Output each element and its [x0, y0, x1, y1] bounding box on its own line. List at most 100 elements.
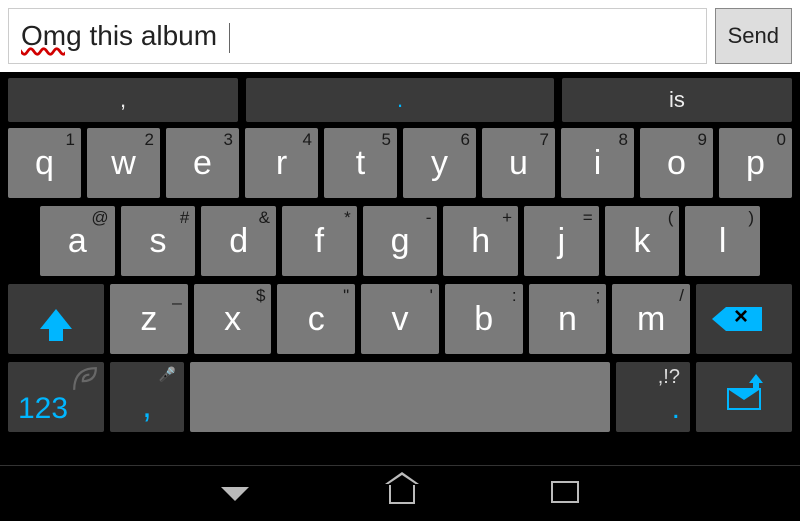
key-main: v — [392, 300, 409, 339]
key-secondary: : — [512, 286, 517, 306]
key-secondary: 5 — [382, 130, 391, 150]
text-cursor — [229, 23, 230, 53]
comma-label: , — [142, 387, 151, 426]
key-secondary: 2 — [145, 130, 154, 150]
key-secondary: 4 — [303, 130, 312, 150]
keyboard: , . is 1q2w3e4r5t6y7u8i9o0p @a#s&d*f-g+h… — [0, 72, 800, 465]
send-button[interactable]: Send — [715, 8, 792, 64]
row-indent — [766, 206, 792, 276]
key-n[interactable]: ;n — [529, 284, 607, 354]
key-i[interactable]: 8i — [561, 128, 634, 198]
key-j[interactable]: =j — [524, 206, 599, 276]
comma-key[interactable]: 🎤 , — [110, 362, 184, 432]
key-main: p — [746, 144, 765, 183]
key-b[interactable]: :b — [445, 284, 523, 354]
key-secondary: 1 — [66, 130, 75, 150]
nav-home-button[interactable] — [389, 484, 415, 504]
key-secondary: _ — [172, 286, 181, 306]
key-z[interactable]: _z — [110, 284, 188, 354]
key-r[interactable]: 4r — [245, 128, 318, 198]
key-d[interactable]: &d — [201, 206, 276, 276]
key-main: q — [35, 144, 54, 183]
key-main: o — [667, 144, 686, 183]
key-t[interactable]: 5t — [324, 128, 397, 198]
key-main: k — [634, 222, 651, 261]
key-row-3: _z$x"c'v:b;n/m — [0, 280, 800, 358]
key-row-1: 1q2w3e4r5t6y7u8i9o0p — [0, 124, 800, 202]
key-main: l — [719, 222, 727, 261]
suggestion-center[interactable]: . — [246, 78, 554, 122]
space-key[interactable] — [190, 362, 610, 432]
key-a[interactable]: @a — [40, 206, 115, 276]
key-w[interactable]: 2w — [87, 128, 160, 198]
key-main: c — [308, 300, 325, 339]
key-main: m — [637, 300, 665, 339]
key-l[interactable]: )l — [685, 206, 760, 276]
key-c[interactable]: "c — [277, 284, 355, 354]
row-indent — [8, 206, 34, 276]
shift-icon — [40, 309, 72, 329]
enter-key[interactable] — [696, 362, 792, 432]
key-secondary: ( — [668, 208, 674, 228]
swiftkey-logo-icon — [72, 366, 98, 392]
key-x[interactable]: $x — [194, 284, 272, 354]
key-v[interactable]: 'v — [361, 284, 439, 354]
key-secondary: * — [344, 208, 351, 228]
input-row: Omg this album Send — [0, 0, 800, 72]
suggestion-row: , . is — [0, 72, 800, 124]
mic-icon: 🎤 — [159, 366, 176, 383]
key-secondary: - — [426, 208, 432, 228]
key-h[interactable]: +h — [443, 206, 518, 276]
key-secondary: ) — [748, 208, 754, 228]
key-g[interactable]: -g — [363, 206, 438, 276]
key-secondary: # — [180, 208, 189, 228]
key-secondary: 3 — [224, 130, 233, 150]
recent-apps-icon — [555, 485, 579, 503]
key-secondary: ; — [596, 286, 601, 306]
key-f[interactable]: *f — [282, 206, 357, 276]
key-secondary: = — [583, 208, 593, 228]
key-y[interactable]: 6y — [403, 128, 476, 198]
period-main: . — [672, 392, 680, 426]
key-main: h — [471, 222, 490, 261]
key-main: a — [68, 222, 87, 261]
nav-back-button[interactable] — [221, 487, 249, 501]
key-secondary: @ — [91, 208, 108, 228]
backspace-key[interactable] — [696, 284, 792, 354]
period-secondary: ,!? — [658, 366, 680, 389]
numeric-key[interactable]: 123 — [8, 362, 104, 432]
key-main: f — [315, 222, 324, 261]
key-main: r — [276, 144, 287, 183]
key-s[interactable]: #s — [121, 206, 196, 276]
key-k[interactable]: (k — [605, 206, 680, 276]
shift-key[interactable] — [8, 284, 104, 354]
key-main: z — [140, 300, 157, 339]
key-secondary: ' — [430, 286, 433, 306]
key-q[interactable]: 1q — [8, 128, 81, 198]
key-m[interactable]: /m — [612, 284, 690, 354]
key-main: u — [509, 144, 528, 183]
key-main: x — [224, 300, 241, 339]
period-key[interactable]: ,!? . — [616, 362, 690, 432]
key-e[interactable]: 3e — [166, 128, 239, 198]
key-o[interactable]: 9o — [640, 128, 713, 198]
key-secondary: " — [343, 286, 349, 306]
key-main: j — [558, 222, 566, 261]
key-secondary: 9 — [698, 130, 707, 150]
key-main: s — [150, 222, 167, 261]
suggestion-right[interactable]: is — [562, 78, 792, 122]
key-secondary: / — [679, 286, 684, 306]
key-secondary: 6 — [461, 130, 470, 150]
key-u[interactable]: 7u — [482, 128, 555, 198]
send-mail-icon — [727, 384, 761, 410]
key-main: b — [474, 300, 493, 339]
backspace-icon — [726, 307, 762, 331]
suggestion-left[interactable]: , — [8, 78, 238, 122]
key-secondary: $ — [256, 286, 265, 306]
home-icon — [389, 484, 415, 504]
key-p[interactable]: 0p — [719, 128, 792, 198]
key-main: e — [193, 144, 212, 183]
key-secondary: + — [502, 208, 512, 228]
nav-recent-button[interactable] — [555, 485, 579, 503]
text-input[interactable]: Omg this album — [8, 8, 707, 64]
